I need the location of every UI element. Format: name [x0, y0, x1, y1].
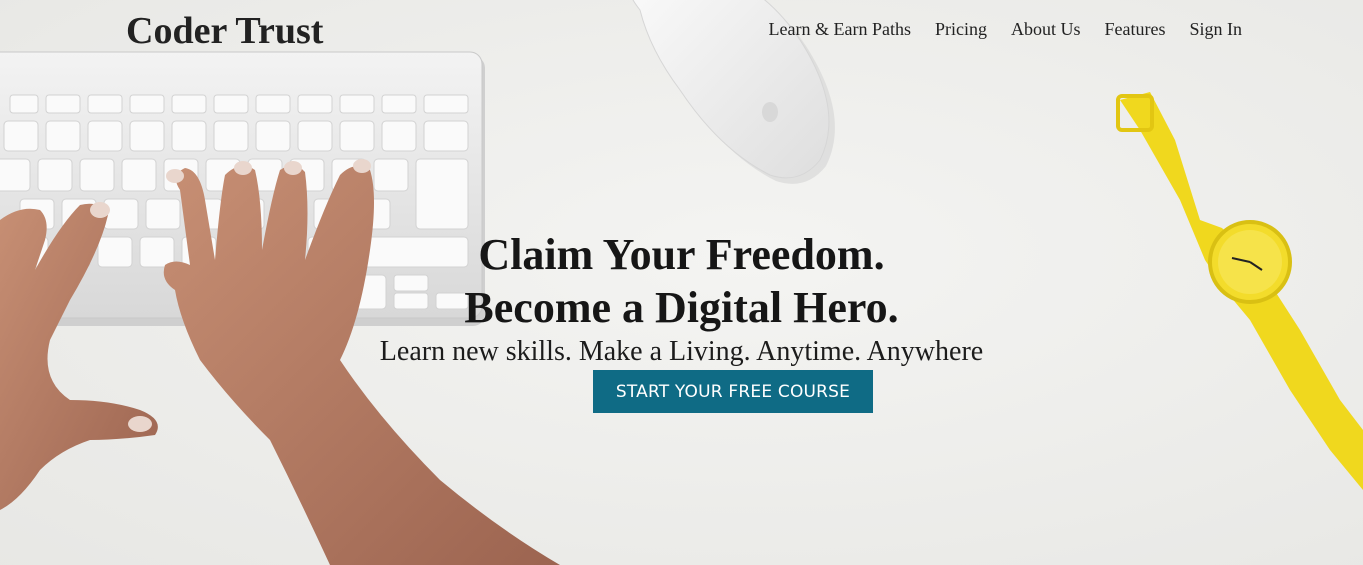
nav-pricing[interactable]: Pricing [935, 18, 987, 40]
hero-tagline: Learn new skills. Make a Living. Anytime… [379, 336, 984, 367]
hero-headline-line1: Claim Your Freedom. [478, 230, 885, 279]
nav-features[interactable]: Features [1105, 18, 1166, 40]
main-nav: Learn & Earn Paths Pricing About Us Feat… [769, 18, 1242, 40]
nav-sign-in[interactable]: Sign In [1189, 18, 1242, 40]
hero-section: Coder Trust Learn & Earn Paths Pricing A… [0, 0, 1363, 565]
brand-logo[interactable]: Coder Trust [126, 9, 323, 53]
nav-learn-earn-paths[interactable]: Learn & Earn Paths [769, 18, 911, 40]
start-free-course-button[interactable]: START YOUR FREE COURSE [593, 370, 873, 413]
nav-about-us[interactable]: About Us [1011, 18, 1081, 40]
hero-headline-line2: Become a Digital Hero. [464, 283, 899, 332]
